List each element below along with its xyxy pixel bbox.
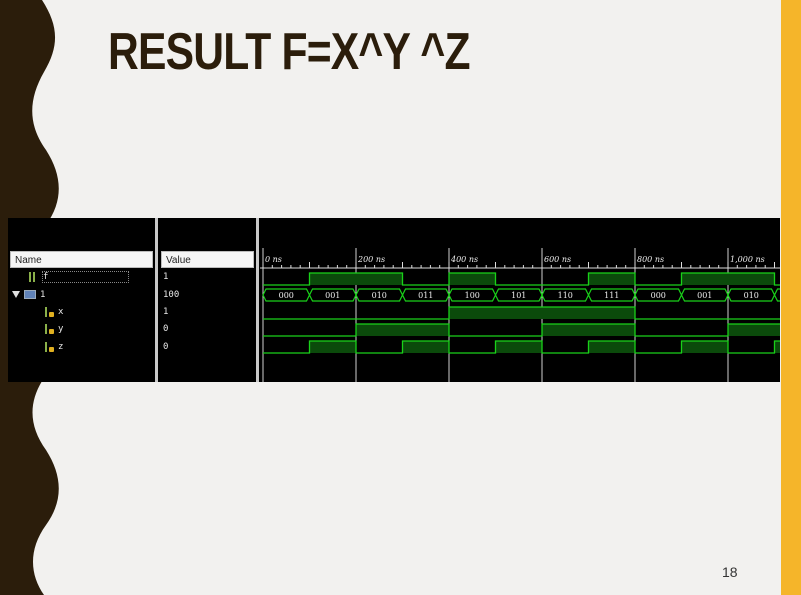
signal-name: 1 (40, 290, 46, 300)
slide-number: 18 (722, 564, 738, 580)
signal-name: y (58, 324, 64, 334)
high-level-fill (681, 273, 728, 285)
high-level-fill (588, 273, 635, 285)
time-label: 1,000 ns (730, 255, 765, 264)
signal-value: 0 (163, 342, 169, 352)
bus-value: 010 (372, 291, 387, 300)
signal-name: x (58, 307, 64, 317)
value-column-header[interactable]: Value (161, 251, 254, 268)
time-label: 400 ns (450, 255, 478, 264)
bus-value: 010 (744, 291, 759, 300)
signal-row-x[interactable]: x (44, 304, 63, 320)
waveform-screenshot: Name f 1 x y z Value 1 100 1 0 0 0 ns 200… (8, 218, 780, 382)
high-level-fill (402, 324, 449, 336)
high-level-fill (681, 341, 728, 353)
time-label: 0 ns (265, 255, 282, 264)
time-label: 800 ns (637, 255, 664, 264)
bus-value: 000 (279, 291, 294, 300)
bit-signal-icon (44, 341, 54, 352)
bus-value: 111 (604, 291, 619, 300)
column-divider[interactable] (155, 218, 158, 382)
signal-row-bus[interactable]: 1 (12, 287, 45, 303)
name-column: Name f 1 x y z (8, 218, 155, 382)
bus-value: 011 (418, 291, 433, 300)
waveform-canvas: 0 ns 200 ns 400 ns 600 ns 800 ns 1,000 ns 000 0… (260, 248, 780, 382)
signal-name: f (42, 271, 130, 283)
waveform-area[interactable]: 0 ns 200 ns 400 ns 600 ns 800 ns 1,000 ns 000 0… (260, 218, 780, 382)
high-level-fill (542, 307, 589, 319)
name-column-header[interactable]: Name (10, 251, 153, 268)
time-label: 200 ns (357, 255, 385, 264)
column-divider[interactable] (256, 218, 259, 382)
signal-row-y[interactable]: y (44, 321, 63, 337)
bit-signal-icon (44, 306, 54, 317)
high-level-fill (588, 341, 635, 353)
high-level-fill (588, 307, 635, 319)
signal-name: z (58, 342, 64, 352)
expand-triangle-icon[interactable] (12, 291, 20, 298)
high-level-fill (402, 341, 449, 353)
accent-bar (781, 0, 801, 595)
bus-value: 101 (511, 291, 526, 300)
bus-value: 001 (697, 291, 712, 300)
slide-title: RESULT F=X^Y ^Z (108, 23, 471, 81)
signal-value: 0 (163, 324, 169, 334)
high-level-fill (356, 273, 403, 285)
bus-segment (773, 288, 780, 302)
high-level-fill (728, 324, 775, 336)
signal-value: 1 (163, 272, 169, 282)
bus-value: 100 (465, 291, 480, 300)
time-label: 600 ns (544, 255, 571, 264)
value-column: Value 1 100 1 0 0 (159, 218, 256, 382)
high-level-fill (449, 273, 496, 285)
high-level-fill (774, 324, 780, 336)
high-level-fill (542, 324, 589, 336)
signal-row-z[interactable]: z (44, 339, 63, 355)
high-level-fill (356, 324, 403, 336)
signal-row-f[interactable]: f (28, 269, 130, 285)
high-level-fill (495, 307, 542, 319)
high-level-fill (728, 273, 775, 285)
high-level-fill (449, 307, 496, 319)
bit-signal-icon (44, 323, 54, 334)
high-level-fill (588, 324, 635, 336)
bus-value: 001 (325, 291, 340, 300)
signal-value: 100 (163, 290, 180, 300)
bus-value: 110 (558, 291, 573, 300)
high-level-fill (774, 341, 780, 353)
bit-signal-icon (28, 271, 38, 282)
high-level-fill (309, 273, 356, 285)
signal-waveform (263, 323, 780, 337)
signal-value: 1 (163, 307, 169, 317)
bus-value: 000 (651, 291, 666, 300)
high-level-fill (495, 341, 542, 353)
bus-signal-icon (24, 290, 36, 299)
high-level-fill (309, 341, 356, 353)
